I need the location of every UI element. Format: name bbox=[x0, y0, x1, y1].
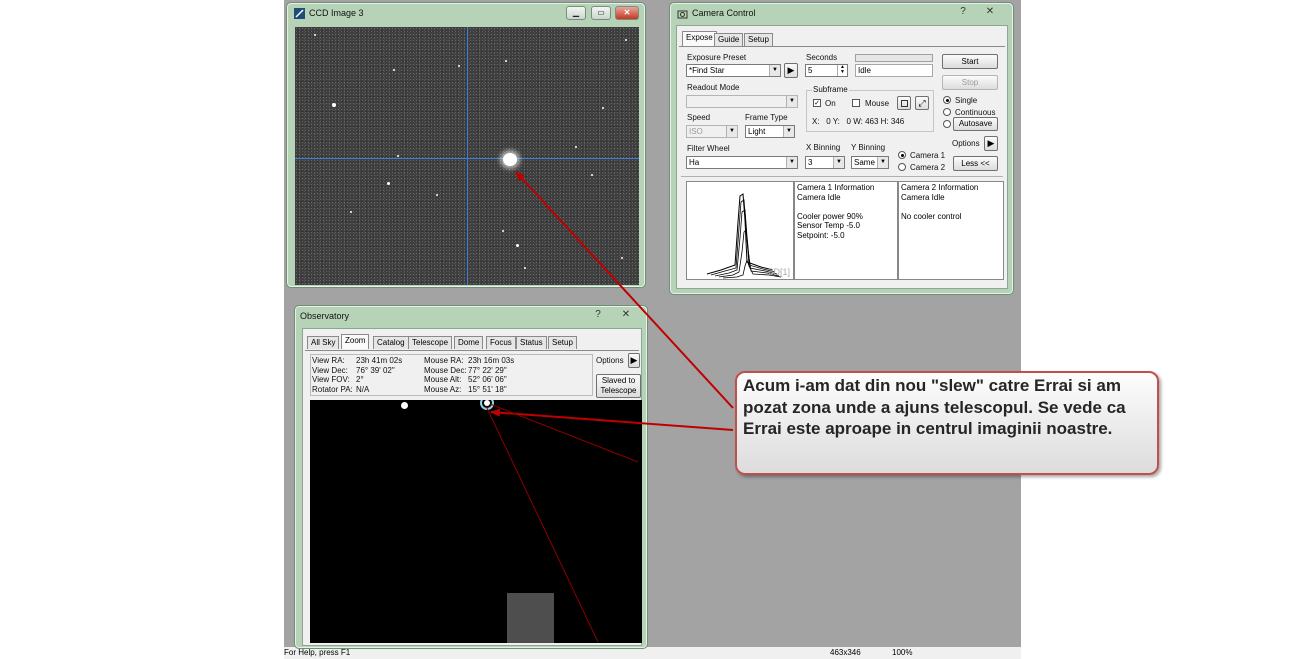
callout-annotation: Acum i-am dat din nou "slew" catre Errai… bbox=[735, 371, 1159, 475]
annotation-arrows bbox=[485, 171, 734, 643]
arrow-to-ccd-star bbox=[515, 171, 734, 409]
arrow-to-reticle bbox=[490, 408, 734, 431]
callout-text: Acum i-am dat din nou "slew" catre Errai… bbox=[743, 376, 1126, 438]
fov-line bbox=[485, 405, 599, 643]
fov-line bbox=[489, 403, 639, 463]
